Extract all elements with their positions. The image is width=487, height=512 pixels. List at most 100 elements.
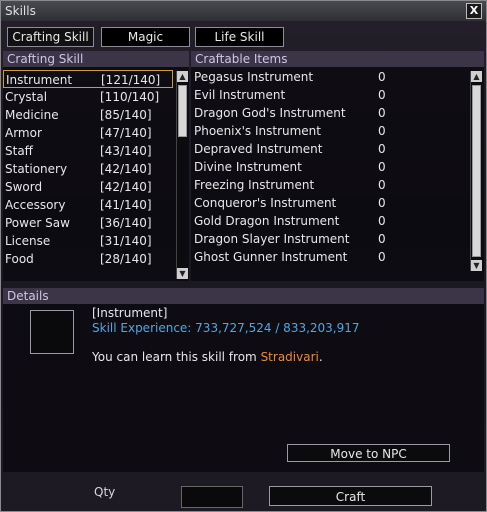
- skill-name: Power Saw: [5, 216, 70, 230]
- craftable-item-count: 0: [378, 124, 386, 138]
- experience-label: Skill Experience:: [92, 321, 196, 335]
- craftable-list-scrollbar[interactable]: ▲ ▼: [470, 71, 482, 271]
- skill-name: License: [5, 234, 51, 248]
- skill-row[interactable]: Sword [42/140]: [3, 178, 173, 196]
- craftable-item-row[interactable]: Conqueror's Instrument 0: [191, 194, 467, 212]
- skill-row[interactable]: Power Saw [36/140]: [3, 214, 173, 232]
- scroll-up-icon[interactable]: ▲: [177, 71, 188, 82]
- skill-level: [28/140]: [100, 252, 152, 266]
- close-icon[interactable]: X: [466, 3, 482, 19]
- skill-icon-slot: [30, 310, 74, 354]
- learn-prefix: You can learn this skill from: [92, 350, 261, 364]
- craftable-item-name: Depraved Instrument: [194, 142, 323, 156]
- craftable-items-header: Craftable Items: [191, 51, 484, 67]
- craftable-item-name: Ghost Gunner Instrument: [194, 250, 348, 264]
- skills-window: Skills X Crafting Skill Magic Life Skill…: [0, 0, 487, 512]
- craftable-item-name: Evil Instrument: [194, 88, 286, 102]
- skill-name: Food: [5, 252, 34, 266]
- craftable-item-name: Divine Instrument: [194, 160, 302, 174]
- craftable-item-row[interactable]: Dragon God's Instrument 0: [191, 104, 467, 122]
- skill-row[interactable]: Stationery [42/140]: [3, 160, 173, 178]
- qty-input[interactable]: [181, 486, 243, 508]
- craftable-item-name: Freezing Instrument: [194, 178, 315, 192]
- skill-level: [31/140]: [100, 234, 152, 248]
- crafting-skill-list: ▲ ▼ Instrument [121/140] Crystal [110/140] M…: [3, 67, 189, 281]
- tab-magic[interactable]: Magic: [101, 27, 190, 47]
- craftable-item-count: 0: [378, 178, 386, 192]
- scroll-down-icon[interactable]: ▼: [177, 268, 188, 279]
- skill-level: [42/140]: [100, 180, 152, 194]
- craftable-items-list: ▲ ▼ Pegasus Instrument 0 Evil Instrument 0 D…: [191, 67, 484, 281]
- scroll-thumb[interactable]: [472, 85, 481, 257]
- craftable-item-count: 0: [378, 142, 386, 156]
- scroll-up-icon[interactable]: ▲: [471, 71, 482, 82]
- craftable-item-count: 0: [378, 250, 386, 264]
- detail-learn-text: You can learn this skill from Stradivari…: [92, 350, 323, 364]
- craftable-item-count: 0: [378, 106, 386, 120]
- skill-name: Armor: [5, 126, 42, 140]
- craftable-item-count: 0: [378, 214, 386, 228]
- move-to-npc-button[interactable]: Move to NPC: [287, 444, 450, 462]
- craftable-item-name: Pegasus Instrument: [194, 70, 314, 84]
- craftable-item-row[interactable]: Phoenix's Instrument 0: [191, 122, 467, 140]
- craftable-item-row[interactable]: Ghost Gunner Instrument 0: [191, 248, 467, 266]
- craftable-item-row[interactable]: Depraved Instrument 0: [191, 140, 467, 158]
- skill-name: Medicine: [5, 108, 59, 122]
- tab-life-skill[interactable]: Life Skill: [195, 27, 284, 47]
- craftable-item-name: Gold Dragon Instrument: [194, 214, 340, 228]
- craftable-item-count: 0: [378, 88, 386, 102]
- skill-row[interactable]: Instrument [121/140]: [3, 70, 173, 88]
- skill-row[interactable]: Medicine [85/140]: [3, 106, 173, 124]
- craftable-item-row[interactable]: Evil Instrument 0: [191, 86, 467, 104]
- skill-row[interactable]: Accessory [41/140]: [3, 196, 173, 214]
- skill-level: [47/140]: [100, 126, 152, 140]
- skill-level: [41/140]: [100, 198, 152, 212]
- skill-name: Crystal: [5, 90, 48, 104]
- craftable-item-row[interactable]: Gold Dragon Instrument 0: [191, 212, 467, 230]
- title-bar[interactable]: Skills X: [1, 1, 486, 21]
- skill-row[interactable]: Crystal [110/140]: [3, 88, 173, 106]
- skill-name: Sword: [5, 180, 43, 194]
- skill-name: Staff: [5, 144, 33, 158]
- craftable-item-row[interactable]: Divine Instrument 0: [191, 158, 467, 176]
- tab-crafting-skill[interactable]: Crafting Skill: [7, 27, 94, 47]
- skill-name: Stationery: [5, 162, 68, 176]
- skill-level: [43/140]: [100, 144, 152, 158]
- craftable-item-name: Conqueror's Instrument: [194, 196, 337, 210]
- scroll-down-icon[interactable]: ▼: [471, 260, 482, 271]
- craftable-item-name: Dragon God's Instrument: [194, 106, 346, 120]
- craftable-item-name: Dragon Slayer Instrument: [194, 232, 350, 246]
- craftable-item-row[interactable]: Dragon Slayer Instrument 0: [191, 230, 467, 248]
- craftable-item-count: 0: [378, 70, 386, 84]
- skill-row[interactable]: License [31/140]: [3, 232, 173, 250]
- detail-skill-name: [Instrument]: [92, 306, 168, 320]
- craftable-item-count: 0: [378, 196, 386, 210]
- npc-name-link[interactable]: Stradivari: [261, 350, 319, 364]
- learn-suffix: .: [318, 350, 323, 364]
- craft-button[interactable]: Craft: [269, 486, 432, 506]
- skill-row[interactable]: Armor [47/140]: [3, 124, 173, 142]
- skill-row[interactable]: Food [28/140]: [3, 250, 173, 268]
- window-title: Skills: [5, 4, 36, 18]
- craftable-item-name: Phoenix's Instrument: [194, 124, 321, 138]
- skill-level: [42/140]: [100, 162, 152, 176]
- skill-list-scrollbar[interactable]: ▲ ▼: [176, 71, 188, 279]
- craftable-item-count: 0: [378, 160, 386, 174]
- qty-label: Qty: [94, 485, 116, 499]
- detail-experience: Skill Experience: 733,727,524 / 833,203,…: [92, 321, 360, 335]
- craftable-item-row[interactable]: Pegasus Instrument 0: [191, 68, 467, 86]
- skill-level: [85/140]: [100, 108, 152, 122]
- skill-name: Accessory: [5, 198, 66, 212]
- craftable-item-count: 0: [378, 232, 386, 246]
- details-panel: [Instrument] Skill Experience: 733,727,5…: [3, 304, 484, 472]
- skill-row[interactable]: Staff [43/140]: [3, 142, 173, 160]
- skill-level: [121/140]: [101, 73, 161, 87]
- skill-level: [110/140]: [100, 90, 160, 104]
- scroll-thumb[interactable]: [178, 85, 187, 137]
- skill-level: [36/140]: [100, 216, 152, 230]
- crafting-skill-header: Crafting Skill: [3, 51, 189, 67]
- skill-name: Instrument: [6, 73, 73, 87]
- experience-value: 733,727,524 / 833,203,917: [195, 321, 360, 335]
- details-header: Details: [3, 288, 484, 304]
- craftable-item-row[interactable]: Freezing Instrument 0: [191, 176, 467, 194]
